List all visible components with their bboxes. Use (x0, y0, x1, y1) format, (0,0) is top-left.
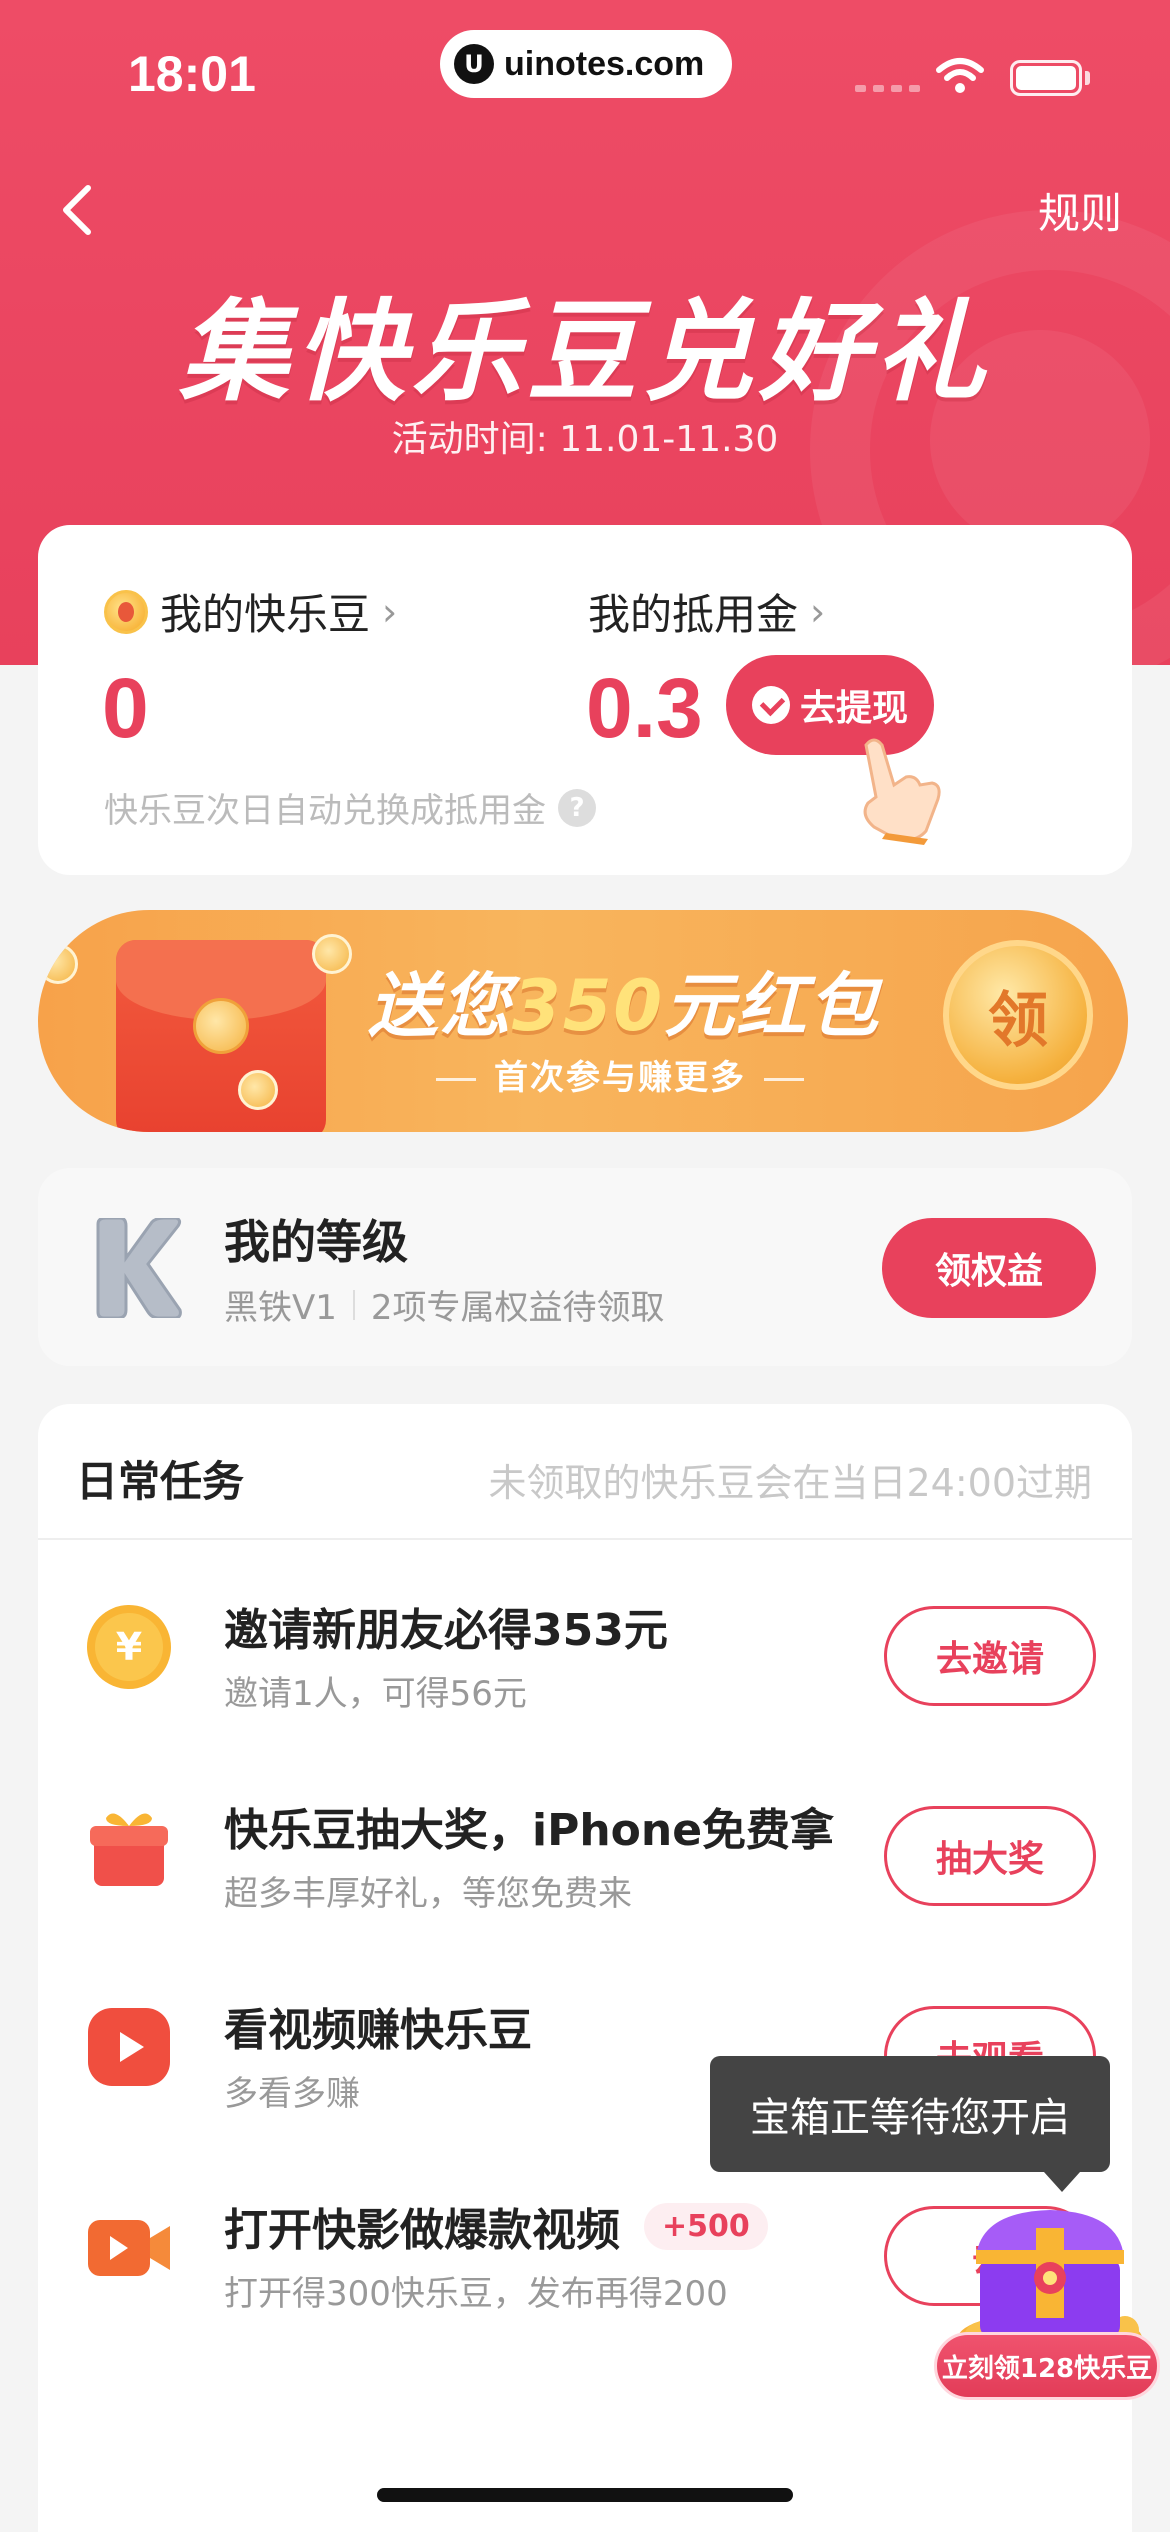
banner-subtitle-text: 首次参与赚更多 (494, 1058, 746, 1098)
video-play-icon (88, 2008, 170, 2086)
yuan-coin-icon: ¥ (87, 1605, 171, 1689)
treasure-claim-badge[interactable]: 立刻领128快乐豆 (934, 2332, 1160, 2400)
pointing-hand-icon (863, 738, 941, 845)
claim-benefits-button[interactable]: 领权益 (882, 1218, 1096, 1318)
invite-button[interactable]: 去邀请 (884, 1606, 1096, 1706)
tasks-expiry-note: 未领取的快乐豆会在当日24:00过期 (488, 1461, 1092, 1505)
tasks-header: 日常任务 未领取的快乐豆会在当日24:00过期 (38, 1404, 1132, 1540)
task-title: 打开快影做爆款视频 +500 (224, 2194, 768, 2258)
task-subtitle: 打开得300快乐豆，发布再得200 (224, 2274, 728, 2314)
level-k-badge-icon (96, 1218, 182, 1318)
status-time: 18:01 (128, 46, 256, 102)
withdraw-label: 去提现 (799, 688, 908, 729)
reward-badge: +500 (644, 2202, 768, 2250)
level-title: 我的等级 (224, 1215, 408, 1269)
banner-title-pre: 送您 (368, 965, 512, 1047)
red-packet-banner[interactable]: 送您350元红包 首次参与赚更多 领 (38, 910, 1128, 1132)
battery-tip (1085, 71, 1090, 85)
coin-icon (238, 1070, 278, 1110)
home-indicator (377, 2488, 793, 2502)
voucher-link[interactable]: 我的抵用金 › (588, 581, 825, 642)
exchange-note-text: 快乐豆次日自动兑换成抵用金 (104, 791, 546, 831)
balance-card: 我的快乐豆 › 0 我的抵用金 › 0.3 去提现 快乐豆次日自动兑换成抵用金 … (38, 525, 1132, 875)
rules-link[interactable]: 规则 (1038, 180, 1122, 241)
coin-icon (312, 934, 352, 974)
task-title: 邀请新朋友必得353元 (224, 1605, 668, 1656)
bean-coin-icon (104, 589, 148, 634)
chevron-right-icon: › (382, 589, 398, 634)
url-pill: U uinotes.com (440, 30, 732, 98)
level-subtitle: 黑铁V1 2项专属权益待领取 (224, 1280, 665, 1329)
treasure-tooltip: 宝箱正等待您开启 (710, 2056, 1110, 2192)
beans-link[interactable]: 我的快乐豆 › (104, 581, 397, 642)
banner-amount: 350 (512, 965, 665, 1047)
task-title: 快乐豆抽大奖，iPhone免费拿 (224, 1805, 835, 1856)
chevron-right-icon: › (810, 589, 826, 634)
signal-icon (855, 85, 920, 92)
back-arrow-icon[interactable] (50, 180, 110, 240)
wifi-icon (936, 58, 984, 93)
level-card: 我的等级 黑铁V1 2项专属权益待领取 领权益 (38, 1168, 1132, 1366)
help-icon[interactable]: ? (558, 788, 596, 827)
gift-box-icon (90, 1813, 168, 1886)
banner-title-post: 元红包 (664, 965, 881, 1047)
site-logo-icon: U (454, 44, 494, 84)
url-text: uinotes.com (504, 44, 705, 83)
task-subtitle: 超多丰厚好礼，等您免费来 (224, 1874, 632, 1914)
banner-title: 送您350元红包 (368, 950, 880, 1051)
video-camera-icon (88, 2220, 170, 2276)
task-title: 看视频赚快乐豆 (224, 2005, 532, 2056)
task-subtitle: 邀请1人，可得56元 (224, 1674, 527, 1714)
check-bubble-icon (751, 686, 790, 724)
beans-value: 0 (102, 661, 149, 755)
task-row: ¥ 邀请新朋友必得353元 邀请1人，可得56元 去邀请 (38, 1554, 1132, 1724)
page-title: 集快乐豆兑好礼 (179, 288, 991, 416)
voucher-value: 0.3 (586, 661, 703, 755)
lottery-button[interactable]: 抽大奖 (884, 1806, 1096, 1906)
banner-subtitle: 首次参与赚更多 (418, 1050, 822, 1099)
svg-text:¥: ¥ (116, 1625, 142, 1669)
exchange-note: 快乐豆次日自动兑换成抵用金 ? (104, 783, 596, 832)
activity-time: 活动时间: 11.01-11.30 (391, 419, 779, 460)
task-row: 快乐豆抽大奖，iPhone免费拿 超多丰厚好礼，等您免费来 抽大奖 (38, 1754, 1132, 1924)
task-subtitle: 多看多赚 (224, 2074, 360, 2114)
battery-icon (1010, 60, 1082, 96)
voucher-label: 我的抵用金 (588, 590, 799, 639)
task-title-text: 打开快影做爆款视频 (224, 2205, 620, 2256)
claim-coin-button[interactable]: 领 (943, 940, 1093, 1090)
level-rank: 黑铁V1 (224, 1288, 337, 1328)
beans-label: 我的快乐豆 (160, 590, 371, 639)
coin-icon (38, 944, 78, 984)
level-benefits: 2项专属权益待领取 (370, 1288, 665, 1328)
tasks-title: 日常任务 (76, 1457, 245, 1506)
envelope-seal (193, 998, 249, 1054)
